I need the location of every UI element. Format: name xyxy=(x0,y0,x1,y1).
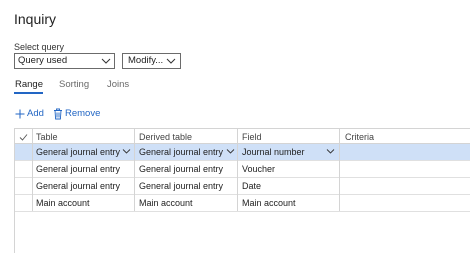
modify-button[interactable]: Modify... xyxy=(122,53,181,69)
modify-button-label: Modify... xyxy=(128,55,164,66)
table-row[interactable]: General journal entry General journal en… xyxy=(15,144,470,161)
column-divider xyxy=(339,128,340,211)
page-title: Inquiry xyxy=(14,11,57,27)
remove-button-label: Remove xyxy=(65,108,101,119)
tab-sorting[interactable]: Sorting xyxy=(59,79,89,90)
criteria-cell[interactable] xyxy=(341,161,469,177)
tab-range[interactable]: Range xyxy=(15,79,43,90)
table-cell[interactable]: Main account xyxy=(32,195,134,211)
plus-icon xyxy=(15,109,25,119)
derived-table-cell[interactable]: General journal entry xyxy=(135,161,237,177)
table-cell[interactable]: General journal entry xyxy=(32,178,134,194)
active-tab-indicator xyxy=(14,92,43,94)
derived-table-cell[interactable]: General journal entry xyxy=(135,144,237,160)
derived-table-cell[interactable]: General journal entry xyxy=(135,178,237,194)
derived-table-cell[interactable]: Main account xyxy=(135,195,237,211)
table-cell[interactable]: General journal entry xyxy=(32,144,136,160)
chevron-down-icon[interactable] xyxy=(326,148,335,155)
table-row[interactable]: General journal entry General journal en… xyxy=(15,178,470,195)
chevron-down-icon xyxy=(101,58,111,64)
chevron-down-icon[interactable] xyxy=(122,148,131,155)
table-row[interactable]: General journal entry General journal en… xyxy=(15,161,470,178)
add-button-label: Add xyxy=(27,108,44,119)
query-select[interactable]: Query used xyxy=(14,53,115,69)
column-header-criteria[interactable]: Criteria xyxy=(341,129,469,145)
remove-button[interactable]: Remove xyxy=(53,108,101,120)
tab-joins[interactable]: Joins xyxy=(107,79,129,90)
column-header-table[interactable]: Table xyxy=(32,129,134,145)
column-header-field[interactable]: Field xyxy=(238,129,340,145)
chevron-down-icon[interactable] xyxy=(226,148,235,155)
add-button[interactable]: Add xyxy=(15,108,49,120)
range-grid: Table Derived table Field Criteria Gener… xyxy=(14,128,470,253)
column-divider xyxy=(32,128,33,211)
query-select-value: Query used xyxy=(18,55,68,66)
column-divider xyxy=(134,128,135,211)
grid-header: Table Derived table Field Criteria xyxy=(15,128,470,144)
field-cell[interactable]: Journal number xyxy=(238,144,328,160)
table-cell[interactable]: General journal entry xyxy=(32,161,134,177)
column-header-derived-table[interactable]: Derived table xyxy=(135,129,237,145)
table-row[interactable]: Main account Main account Main account xyxy=(15,195,470,212)
column-divider xyxy=(237,128,238,211)
field-cell[interactable]: Main account xyxy=(238,195,340,211)
trash-icon xyxy=(54,108,62,120)
select-query-label: Select query xyxy=(14,42,65,52)
field-cell[interactable]: Date xyxy=(238,178,340,194)
chevron-down-icon xyxy=(166,58,176,64)
checkmark-icon[interactable] xyxy=(19,133,28,142)
criteria-cell[interactable] xyxy=(341,195,469,211)
criteria-cell[interactable] xyxy=(341,178,469,194)
criteria-cell[interactable] xyxy=(341,144,469,160)
field-cell[interactable]: Voucher xyxy=(238,161,340,177)
